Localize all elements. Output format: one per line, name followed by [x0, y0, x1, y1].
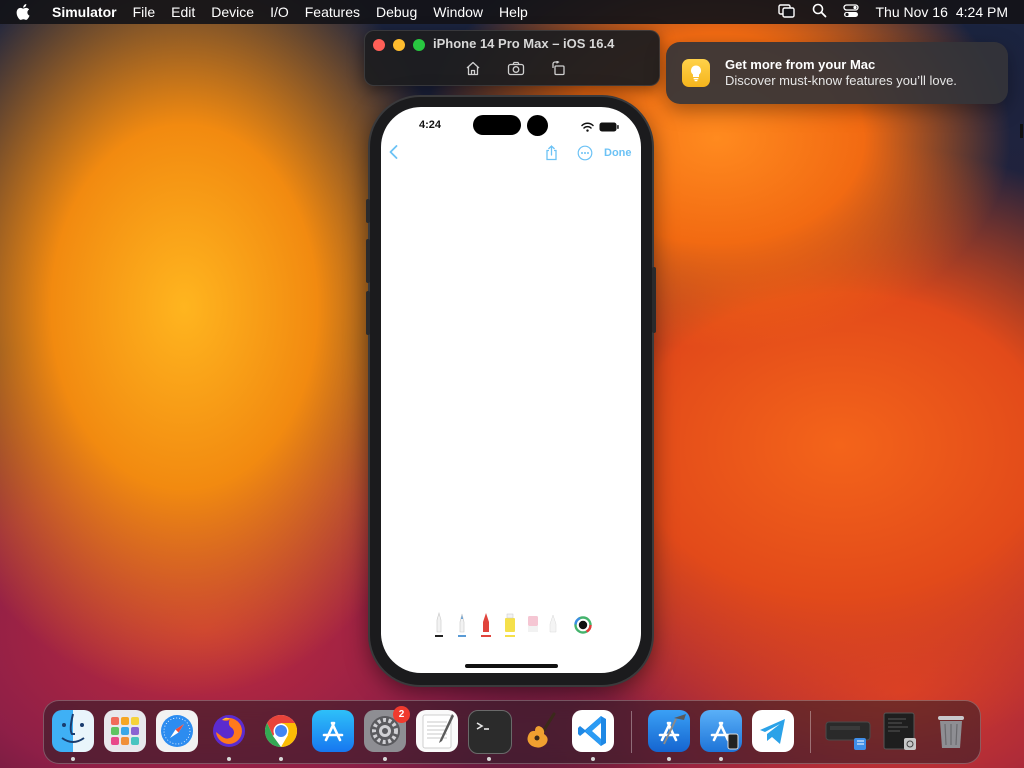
menu-io[interactable]: I/O	[262, 4, 297, 20]
menu-debug[interactable]: Debug	[368, 4, 425, 20]
dock-terminal[interactable]	[468, 710, 512, 754]
status-bar-time: 4:24	[419, 119, 442, 131]
lightbulb-icon	[682, 59, 710, 87]
home-indicator[interactable]	[465, 664, 558, 668]
menubar-time: 4:24 PM	[955, 4, 1008, 20]
menubar-date: Thu Nov 16	[875, 4, 948, 20]
pencil-tool[interactable]	[549, 614, 557, 633]
zoom-window-button[interactable]	[413, 39, 425, 51]
dock-vscode[interactable]	[572, 710, 614, 752]
mouse-cursor	[1020, 124, 1023, 138]
apple-icon[interactable]	[0, 4, 46, 20]
menu-help[interactable]: Help	[491, 4, 536, 20]
volume-down-button[interactable]	[366, 291, 370, 335]
dock-app-store[interactable]	[312, 710, 354, 752]
screen-mirroring-icon[interactable]	[778, 3, 796, 21]
dock-system-settings[interactable]: 2	[364, 706, 410, 752]
notification-banner[interactable]: Get more from your Mac Discover must-kno…	[666, 42, 1008, 104]
notification-badge: 2	[393, 706, 410, 723]
dock-telegram[interactable]	[752, 710, 794, 752]
phone-screen[interactable]: 4:24 Done	[381, 107, 641, 673]
marker-tool[interactable]	[458, 613, 466, 637]
dock-downloads-stack[interactable]	[824, 710, 872, 752]
menu-edit[interactable]: Edit	[163, 4, 203, 20]
wifi-icon	[581, 119, 594, 137]
screenshot-icon[interactable]	[507, 61, 525, 76]
dock-firefox[interactable]	[208, 710, 250, 752]
done-button[interactable]: Done	[604, 147, 632, 159]
menu-bar: Simulator File Edit Device I/O Features …	[0, 0, 1024, 24]
dock-screenshots-stack[interactable]	[878, 710, 920, 752]
dock-xcode[interactable]	[648, 710, 690, 752]
menu-file[interactable]: File	[125, 4, 164, 20]
menubar-clock[interactable]: Thu Nov 16 4:24 PM	[875, 4, 1008, 20]
minimize-window-button[interactable]	[393, 39, 405, 51]
dock: 2	[43, 700, 981, 764]
dock-safari[interactable]	[156, 710, 198, 752]
battery-icon	[599, 119, 619, 137]
highlighter-tool[interactable]	[505, 613, 515, 637]
dock-trash[interactable]	[930, 710, 972, 752]
menu-features[interactable]: Features	[297, 4, 368, 20]
back-chevron-icon[interactable]	[389, 145, 398, 164]
spotlight-search-icon[interactable]	[812, 3, 827, 21]
notification-body: Discover must-know features you’ll love.	[725, 73, 957, 88]
dock-textedit[interactable]	[416, 710, 458, 752]
dock-finder[interactable]	[52, 710, 94, 752]
volume-up-button[interactable]	[366, 239, 370, 283]
front-camera	[527, 115, 548, 136]
side-button[interactable]	[652, 267, 656, 333]
color-picker[interactable]	[574, 616, 592, 634]
dock-chrome[interactable]	[260, 710, 302, 752]
pen-tool[interactable]	[435, 611, 443, 637]
rotate-icon[interactable]	[551, 61, 566, 76]
simulator-window-toolbar: iPhone 14 Pro Max – iOS 16.4	[364, 30, 660, 86]
eraser-tool[interactable]	[528, 616, 538, 632]
menu-device[interactable]: Device	[203, 4, 262, 20]
close-window-button[interactable]	[373, 39, 385, 51]
notification-title: Get more from your Mac	[725, 57, 876, 72]
share-icon[interactable]	[545, 145, 558, 166]
markup-toolbar	[435, 611, 592, 637]
dock-garageband[interactable]	[520, 710, 562, 752]
more-options-icon[interactable]	[577, 145, 593, 166]
dynamic-island	[473, 115, 521, 135]
dock-simulator[interactable]	[700, 710, 742, 752]
iphone-device-frame: 4:24 Done	[366, 97, 656, 685]
menu-app-name[interactable]: Simulator	[46, 4, 125, 20]
home-icon[interactable]	[465, 61, 481, 76]
action-button[interactable]	[366, 199, 370, 223]
red-pen-tool[interactable]	[481, 613, 491, 637]
simulator-window-title: iPhone 14 Pro Max – iOS 16.4	[433, 36, 615, 51]
dock-launchpad[interactable]	[104, 710, 146, 752]
control-center-icon[interactable]	[843, 3, 860, 21]
menu-window[interactable]: Window	[425, 4, 491, 20]
